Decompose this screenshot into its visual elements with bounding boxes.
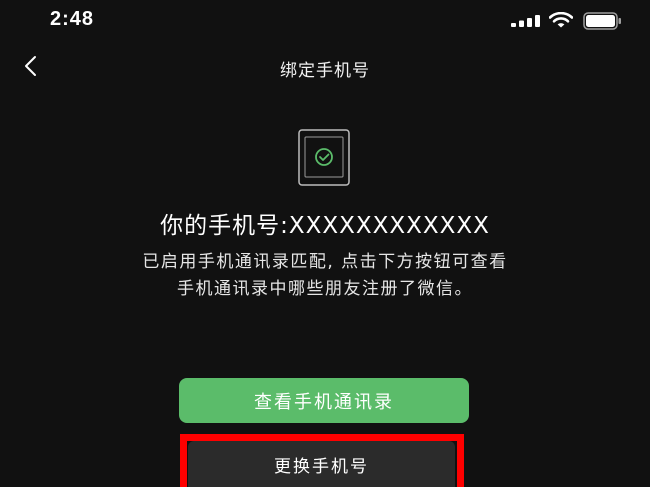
phone-number-label: 你的手机号: bbox=[160, 213, 289, 239]
phone-number-line: 你的手机号:XXXXXXXXXXXX bbox=[0, 206, 650, 240]
battery-icon bbox=[583, 12, 621, 30]
nav-bar: 绑定手机号 bbox=[0, 44, 650, 88]
phone-number-value: XXXXXXXXXXXX bbox=[288, 213, 490, 239]
page-title: 绑定手机号 bbox=[280, 61, 370, 81]
highlight-box bbox=[180, 434, 464, 487]
description-line-1: 已启用手机通讯录匹配, 点击下方按钮可查看 bbox=[142, 252, 508, 272]
status-time: 2:48 bbox=[50, 8, 95, 30]
description: 已启用手机通讯录匹配, 点击下方按钮可查看 手机通讯录中哪些朋友注册了微信。 bbox=[0, 249, 650, 303]
screen: 2:48 绑定手机号 你的手机号:XXXXXXXXXXXX 已启用手机通讯录匹配… bbox=[0, 0, 650, 487]
wifi-icon bbox=[549, 12, 573, 28]
description-line-2: 手机通讯录中哪些朋友注册了微信。 bbox=[177, 279, 473, 299]
signal-icon bbox=[511, 15, 540, 27]
phone-check-icon bbox=[298, 129, 350, 186]
view-contacts-button[interactable]: 查看手机通讯录 bbox=[179, 378, 469, 423]
status-bar: 2:48 bbox=[0, 0, 650, 44]
